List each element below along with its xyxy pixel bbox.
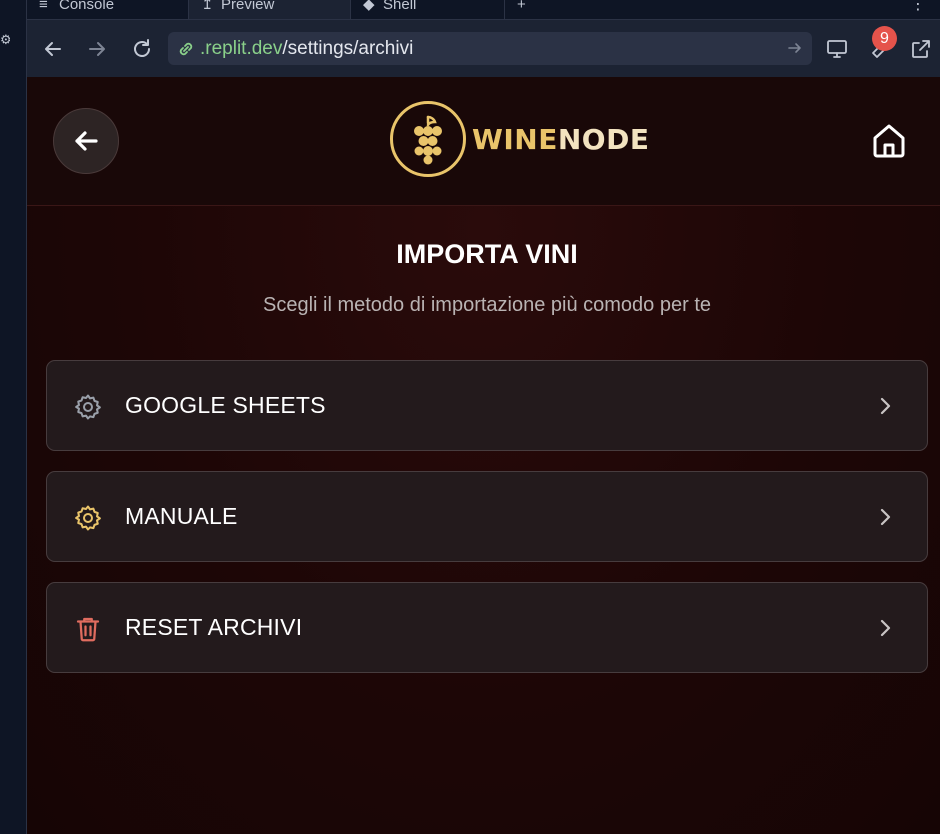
home-button[interactable] — [869, 121, 909, 161]
more-options-icon[interactable]: ⋮ — [910, 0, 926, 14]
option-manuale[interactable]: MANUALE — [46, 471, 928, 562]
option-label: RESET ARCHIVI — [125, 614, 303, 640]
open-new-window-button[interactable] — [909, 37, 933, 61]
devices-button[interactable] — [825, 37, 849, 61]
url-host: .replit.dev — [200, 37, 283, 59]
arrow-left-icon — [45, 42, 61, 56]
new-tab-button[interactable]: + — [505, 0, 535, 19]
home-icon — [873, 124, 905, 158]
browser-nav-bar: .replit.dev/settings/archivi 9 — [27, 20, 940, 77]
arrow-right-icon — [89, 42, 105, 56]
tab-label: Shell — [383, 0, 417, 13]
brand-logo: WINENODE — [390, 101, 649, 177]
link-icon — [179, 42, 193, 55]
go-arrow-icon[interactable] — [786, 39, 804, 57]
app-header: WINENODE — [27, 77, 940, 206]
left-sidebar: ⚙ — [0, 0, 27, 834]
shell-icon: ◆ — [363, 0, 375, 13]
terminal-icon: ≡ — [39, 0, 48, 13]
brand-name: WINENODE — [472, 123, 649, 156]
grapes-logo-icon — [390, 101, 466, 177]
plus-icon: + — [517, 0, 526, 13]
url-path: /settings/archivi — [282, 37, 414, 59]
chevron-right-icon — [880, 397, 891, 415]
tab-shell[interactable]: ◆ Shell — [351, 0, 505, 19]
option-label: MANUALE — [125, 503, 238, 529]
page-subtitle: Scegli il metodo di importazione più com… — [262, 294, 712, 316]
trash-icon — [76, 617, 100, 642]
option-reset-archivi[interactable]: RESET ARCHIVI — [46, 582, 928, 673]
sidebar-icon[interactable]: ⚙ — [0, 32, 10, 52]
chevron-right-icon — [880, 508, 891, 526]
tab-preview[interactable]: ↥ Preview — [189, 0, 351, 19]
reload-icon — [134, 39, 150, 57]
gear-icon — [75, 394, 101, 420]
app-preview: WINENODE IMPORTA VINI Scegli il metodo d… — [27, 77, 940, 834]
option-google-sheets[interactable]: GOOGLE SHEETS — [46, 360, 928, 451]
tab-label: Console — [59, 0, 115, 13]
browser-tab-bar: ≡ Console ↥ Preview ◆ Shell + ⋮ — [27, 0, 940, 20]
notification-badge: 9 — [872, 26, 897, 51]
forward-nav-button[interactable] — [85, 37, 109, 61]
back-button[interactable] — [53, 108, 119, 174]
chevron-right-icon — [880, 619, 891, 637]
tab-console[interactable]: ≡ Console — [27, 0, 189, 19]
preview-icon: ↥ — [201, 0, 214, 13]
external-link-icon — [912, 40, 930, 58]
page-title: IMPORTA VINI — [396, 239, 578, 269]
back-nav-button[interactable] — [41, 37, 65, 61]
arrow-left-icon — [75, 131, 98, 151]
brand-primary: WINE — [472, 122, 558, 156]
monitor-icon — [827, 40, 847, 58]
tab-label: Preview — [221, 0, 275, 13]
gear-icon — [75, 505, 101, 531]
brand-secondary: NODE — [557, 122, 650, 156]
url-bar[interactable]: .replit.dev/settings/archivi — [168, 32, 812, 65]
option-label: GOOGLE SHEETS — [125, 392, 326, 418]
reload-button[interactable] — [130, 37, 154, 61]
